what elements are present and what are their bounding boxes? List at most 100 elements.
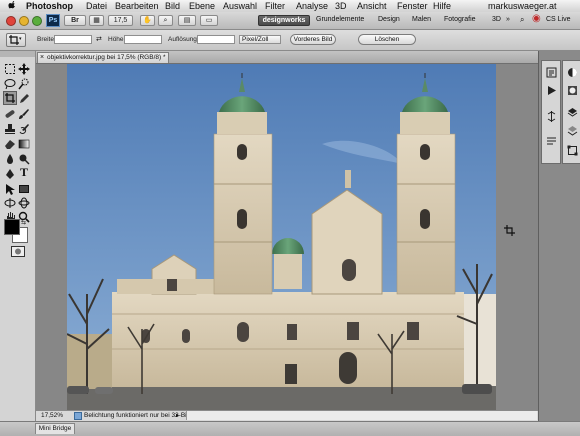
width-field[interactable] [54,35,92,44]
menu-fenster[interactable]: Fenster [397,1,428,11]
menu-analyse[interactable]: Analyse [296,1,328,11]
clone-stamp-tool-icon[interactable] [4,123,16,135]
menu-bearbeiten[interactable]: Bearbeiten [115,1,159,11]
launch-bridge-button[interactable]: Br [64,15,86,26]
pen-tool-icon[interactable] [4,168,16,180]
document-tab[interactable]: × objektivkorrektur.jpg bei 17,5% (RGB/8… [37,52,169,63]
spot-healing-tool-icon[interactable] [4,108,16,120]
eraser-tool-icon[interactable] [4,138,16,150]
3d-rotate-tool-icon[interactable] [4,197,16,209]
minimize-window-button[interactable] [19,16,29,26]
history-icon[interactable] [546,67,557,78]
mini-bridge-tab[interactable]: Mini Bridge [35,423,75,434]
quick-mask-icon[interactable] [11,246,25,257]
magnifier-icon: ⌕ [163,17,168,24]
paragraph-icon[interactable] [546,135,557,146]
menu-filter[interactable]: Filter [265,1,285,11]
move-tool-icon[interactable] [18,63,30,75]
workspace-3d[interactable]: 3D [492,16,501,23]
menu-hilfe[interactable]: Hilfe [433,1,451,11]
image-canvas[interactable] [67,64,496,411]
layers-icon[interactable] [567,107,578,118]
close-tab-icon[interactable]: × [40,53,44,63]
apple-icon[interactable] [8,1,17,10]
grid-icon: ▦ [93,17,100,24]
crop-cursor-icon [504,225,515,236]
3d-orbit-tool-icon[interactable] [18,197,30,209]
status-menu-icon[interactable]: ▸ [176,411,179,420]
menu-auswahl[interactable]: Auswahl [223,1,257,11]
arrange-documents-button[interactable]: ▤ [178,15,196,26]
navigator-icon[interactable] [546,111,557,122]
paths-icon[interactable] [567,145,578,156]
workspace-more-icon[interactable]: » [506,16,510,23]
menubar-site-label: markuswaeger.at [488,1,557,11]
workspace-grundelemente[interactable]: Grundelemente [316,16,364,23]
workspace-design[interactable]: Design [378,16,400,23]
screen-mode-button[interactable]: ▭ [200,15,218,26]
view-extras-button[interactable]: ▦ [89,15,104,26]
eyedropper-tool-icon[interactable] [18,93,30,105]
height-label: Höhe: [108,36,126,43]
actions-icon[interactable] [546,85,557,96]
quick-selection-tool-icon[interactable] [18,78,30,90]
front-image-button[interactable]: Vorderes Bild [290,34,336,45]
panel-column-1 [541,60,561,164]
unit-value: Pixel/Zoll [242,36,269,43]
swap-colors-icon[interactable]: ⇆ [21,219,26,226]
document-tab-title: objektivkorrektur.jpg bei 17,5% (RGB/8) … [47,54,166,61]
swap-dimensions-icon[interactable]: ⇄ [96,35,102,43]
shape-tool-icon[interactable] [18,183,30,195]
brush-tool-icon[interactable] [18,108,30,120]
gradient-tool-icon[interactable] [18,138,30,150]
dodge-tool-icon[interactable] [18,153,30,165]
crop-tool-icon [5,93,15,103]
close-window-button[interactable] [6,16,16,26]
width-label: Breite: [37,36,56,43]
zoom-tool-button[interactable]: ⌕ [158,15,173,26]
workspace-designworks[interactable]: designworks [258,15,310,26]
hand-icon: ✋ [143,17,152,24]
resolution-unit-select[interactable]: Pixel/Zoll [239,35,281,44]
menu-datei[interactable]: Datei [86,1,107,11]
clear-button[interactable]: Löschen [358,34,416,45]
path-selection-tool-icon[interactable] [4,183,16,195]
panel-column-2 [562,60,580,164]
zoom-window-button[interactable] [32,16,42,26]
zoom-readout[interactable]: 17,52% [41,411,63,420]
workspace-malen[interactable]: Malen [412,16,431,23]
tool-preset-picker[interactable]: ▾ [6,33,26,47]
app-menu[interactable]: Photoshop [26,1,73,11]
hand-tool-button[interactable]: ✋ [140,15,155,26]
marquee-tool-icon[interactable] [4,63,16,75]
tools-panel-header[interactable] [0,51,35,57]
menu-ansicht[interactable]: Ansicht [357,1,387,11]
zoom-level-dropdown[interactable]: 17,5 [108,15,133,26]
crop-tool-button[interactable] [3,91,17,105]
channels-icon[interactable] [567,125,578,136]
menu-bild[interactable]: Bild [165,1,180,11]
lasso-tool-icon[interactable] [4,78,16,90]
crop-icon [9,35,19,45]
workspace-fotografie[interactable]: Fotografie [444,16,476,23]
chevron-down-icon: ▾ [19,36,22,42]
ps-logo: Ps [46,14,60,27]
status-message: Belichtung funktioniert nur bei 32-Bit [84,412,189,419]
menu-3d[interactable]: 3D [335,1,347,11]
foreground-color-swatch[interactable] [4,219,20,235]
type-tool-icon[interactable]: T [18,166,30,178]
cs-live-button[interactable]: CS Live [546,16,571,23]
history-brush-tool-icon[interactable] [18,123,30,135]
status-info-icon[interactable] [74,412,82,420]
height-field[interactable] [124,35,162,44]
masks-icon[interactable] [567,85,578,96]
resolution-label: Auflösung: [168,36,199,43]
adjustments-icon[interactable] [567,67,578,78]
horizontal-scrollbar[interactable] [186,411,537,420]
resolution-field[interactable] [197,35,235,44]
zoom-value: 17,5 [113,17,128,24]
search-icon[interactable]: ⌕ [520,15,524,25]
menu-ebene[interactable]: Ebene [189,1,215,11]
cs-live-icon: ◉ [532,13,541,24]
blur-tool-icon[interactable] [4,153,16,165]
